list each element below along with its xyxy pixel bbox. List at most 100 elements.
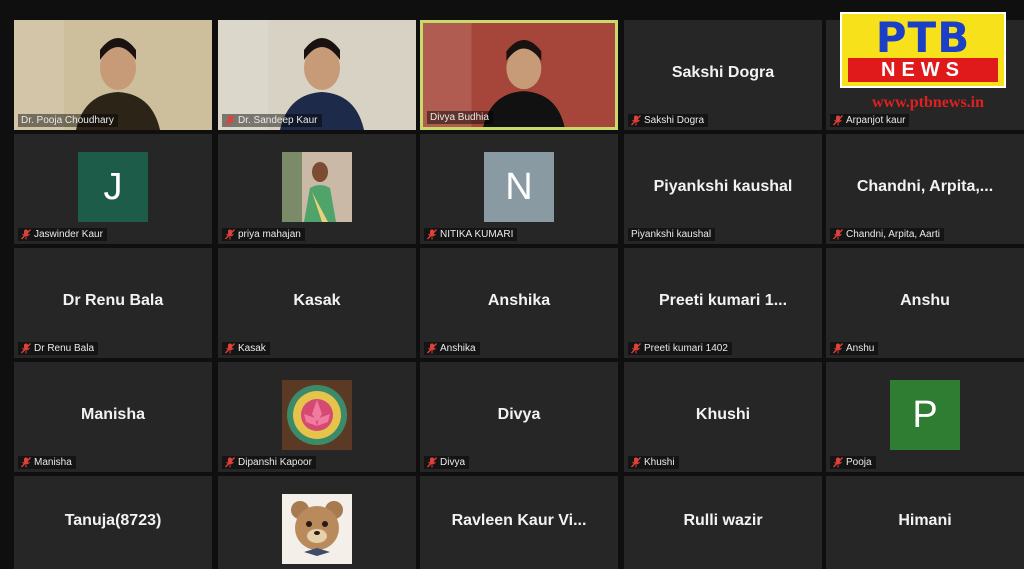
participant-name-label: Dipanshi Kapoor	[222, 456, 316, 469]
participant-tile[interactable]: Chandni, Arpita,... Chandni, Arpita, Aar…	[826, 134, 1024, 244]
participant-name-text: Chandni, Arpita, Aarti	[846, 229, 940, 240]
participant-name-label: Anshika	[424, 342, 480, 355]
participant-name-text: Divya	[440, 457, 466, 468]
ptb-news-url: www.ptbnews.in	[871, 94, 985, 111]
participant-name-label: Sakshi Dogra	[628, 114, 709, 127]
participant-tile[interactable]: Rulli wazir	[624, 476, 822, 569]
participant-name-label: Dr. Sandeep Kaur	[222, 114, 322, 127]
participant-name-label: priya mahajan	[222, 228, 305, 241]
participant-display-name: Preeti kumari 1...	[658, 292, 788, 310]
avatar-letter: J	[103, 165, 123, 208]
participant-name-text: Piyankshi kaushal	[631, 229, 712, 240]
avatar-letter: N	[505, 165, 533, 208]
participant-name-text: Pooja	[846, 457, 872, 468]
muted-mic-icon	[427, 343, 437, 354]
muted-mic-icon	[225, 457, 235, 468]
muted-mic-icon	[21, 343, 31, 354]
participant-tile[interactable]: Ravleen Kaur Vi...	[420, 476, 618, 569]
muted-mic-icon	[225, 343, 235, 354]
participant-avatar: J	[78, 152, 148, 222]
muted-mic-icon	[833, 343, 843, 354]
participant-name-label: Arpanjot kaur	[830, 114, 910, 127]
participant-name-text: Dr. Sandeep Kaur	[238, 115, 318, 126]
participant-name-label: Kasak	[222, 342, 270, 355]
participant-name-label: Pooja	[830, 456, 876, 469]
participant-display-name: Divya	[497, 406, 541, 424]
participant-tile[interactable]: Divya Budhia	[420, 20, 618, 130]
participant-display-name: Himani	[898, 511, 952, 529]
muted-mic-icon	[833, 115, 843, 126]
participant-tile[interactable]: Anshu Anshu	[826, 248, 1024, 358]
muted-mic-icon	[631, 115, 641, 126]
participant-name-label: Manisha	[18, 456, 76, 469]
participant-name-text: Khushi	[644, 457, 675, 468]
participant-tile[interactable]: Dipanshi Kapoor	[218, 362, 416, 472]
participant-tile[interactable]: Piyankshi kaushal Piyankshi kaushal	[624, 134, 822, 244]
participant-avatar: P	[890, 380, 960, 450]
participant-tile[interactable]: Manisha Manisha	[14, 362, 212, 472]
participant-display-name: Anshika	[487, 292, 551, 310]
participant-display-name: Tanuja(8723)	[64, 511, 162, 529]
participant-tile[interactable]: Divya Divya	[420, 362, 618, 472]
muted-mic-icon	[21, 229, 31, 240]
participant-display-name: Chandni, Arpita,...	[856, 178, 994, 196]
muted-mic-icon	[225, 229, 235, 240]
participant-tile[interactable]: Dr. Pooja Choudhary	[14, 20, 212, 130]
muted-mic-icon	[427, 229, 437, 240]
participant-tile[interactable]: Preeti kumari 1... Preeti kumari 1402	[624, 248, 822, 358]
participant-tile[interactable]: Sakshi Dogra Sakshi Dogra	[624, 20, 822, 130]
participant-display-name: Rulli wazir	[683, 511, 763, 529]
participant-name-label: Dr Renu Bala	[18, 342, 99, 355]
participant-name-label: Piyankshi kaushal	[628, 228, 716, 241]
participant-name-text: Dipanshi Kapoor	[238, 457, 312, 468]
muted-mic-icon	[225, 115, 235, 126]
participant-name-label: Dr. Pooja Choudhary	[18, 114, 118, 127]
participant-tile[interactable]: Himani	[826, 476, 1024, 569]
participant-tile[interactable]: Khushi Khushi	[624, 362, 822, 472]
participant-display-name: Khushi	[695, 406, 751, 424]
participant-name-text: Jaswinder Kaur	[34, 229, 103, 240]
participant-name-label: Preeti kumari 1402	[628, 342, 732, 355]
participant-name-label: Anshu	[830, 342, 879, 355]
participant-avatar: N	[484, 152, 554, 222]
participant-profile-photo	[282, 152, 352, 222]
participant-name-text: Dr Renu Bala	[34, 343, 95, 354]
muted-mic-icon	[427, 457, 437, 468]
participant-name-text: Sakshi Dogra	[644, 115, 705, 126]
participant-name-text: Anshu	[846, 343, 875, 354]
participant-name-text: Divya Budhia	[430, 112, 489, 123]
participant-display-name: Dr Renu Bala	[62, 292, 164, 310]
participant-tile[interactable]	[218, 476, 416, 569]
participant-tile[interactable]: N NITIKA KUMARI	[420, 134, 618, 244]
participant-display-name: Ravleen Kaur Vi...	[451, 511, 587, 529]
ptb-news-logo: PTB NEWS	[840, 12, 1006, 88]
participant-display-name: Sakshi Dogra	[671, 64, 775, 82]
logo-bottom-text: NEWS	[848, 58, 998, 82]
muted-mic-icon	[631, 343, 641, 354]
participant-tile[interactable]: Kasak Kasak	[218, 248, 416, 358]
participant-tile[interactable]: Dr. Sandeep Kaur	[218, 20, 416, 130]
participant-display-name: Anshu	[900, 292, 950, 310]
avatar-letter: P	[912, 393, 938, 436]
participant-tile[interactable]: Anshika Anshika	[420, 248, 618, 358]
participant-name-text: priya mahajan	[238, 229, 301, 240]
participant-name-label: Jaswinder Kaur	[18, 228, 107, 241]
participant-name-label: NITIKA KUMARI	[424, 228, 518, 241]
logo-top-text: PTB	[875, 13, 971, 62]
participant-name-label: Chandni, Arpita, Aarti	[830, 228, 944, 241]
participant-name-text: Arpanjot kaur	[846, 115, 906, 126]
participant-tile[interactable]: priya mahajan	[218, 134, 416, 244]
participant-display-name: Piyankshi kaushal	[653, 178, 793, 196]
participant-tile[interactable]: P Pooja	[826, 362, 1024, 472]
participant-display-name: Kasak	[293, 292, 341, 310]
participant-display-name: Manisha	[80, 406, 145, 424]
muted-mic-icon	[833, 229, 843, 240]
participant-tile[interactable]: J Jaswinder Kaur	[14, 134, 212, 244]
participant-profile-photo	[282, 380, 352, 450]
participant-name-text: Dr. Pooja Choudhary	[21, 115, 114, 126]
participant-profile-photo	[282, 494, 352, 564]
participant-tile[interactable]: Dr Renu Bala Dr Renu Bala	[14, 248, 212, 358]
muted-mic-icon	[833, 457, 843, 468]
participant-tile[interactable]: Tanuja(8723)	[14, 476, 212, 569]
participant-name-label: Divya	[424, 456, 470, 469]
